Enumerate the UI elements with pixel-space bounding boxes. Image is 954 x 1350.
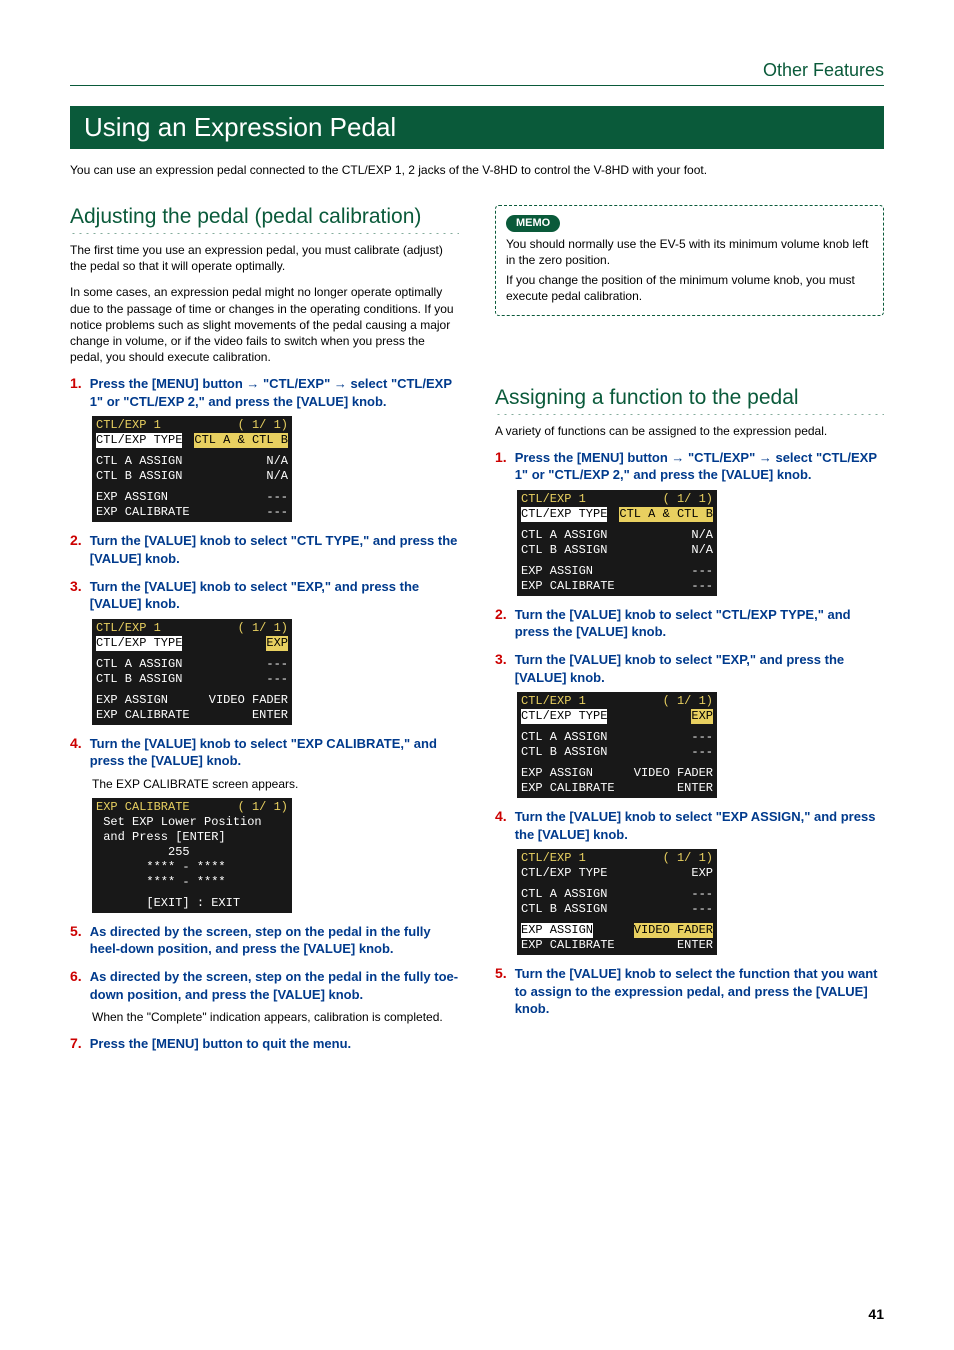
step-number: 5. — [495, 965, 507, 1018]
lcd-screenshot: CTL/EXP 1( 1/ 1) CTL/EXP TYPEEXP CTL A A… — [92, 619, 292, 725]
step-text: As directed by the screen, step on the p… — [90, 923, 459, 958]
step-text: As directed by the screen, step on the p… — [90, 968, 459, 1003]
lcd-screenshot: CTL/EXP 1( 1/ 1) CTL/EXP TYPECTL A & CTL… — [517, 490, 717, 596]
step-text: Press the [MENU] button to quit the menu… — [90, 1035, 351, 1053]
step-text: Press the [MENU] button → "CTL/EXP" → se… — [90, 375, 459, 410]
paragraph: In some cases, an expression pedal might… — [70, 284, 459, 365]
step-number: 3. — [70, 578, 82, 613]
step-number: 5. — [70, 923, 82, 958]
step-text: Turn the [VALUE] knob to select "CTL/EXP… — [515, 606, 884, 641]
step-text: Turn the [VALUE] knob to select "EXP ASS… — [515, 808, 884, 843]
step-text: Turn the [VALUE] knob to select "EXP CAL… — [90, 735, 459, 770]
step-number: 1. — [70, 375, 82, 410]
step-5: 5. As directed by the screen, step on th… — [70, 923, 459, 958]
page-title: Using an Expression Pedal — [70, 106, 884, 149]
step-4: 4. Turn the [VALUE] knob to select "EXP … — [70, 735, 459, 770]
paragraph: The first time you use an expression ped… — [70, 242, 459, 274]
step-text: Turn the [VALUE] knob to select the func… — [515, 965, 884, 1018]
step-2: 2. Turn the [VALUE] knob to select "CTL … — [70, 532, 459, 567]
step-text: Turn the [VALUE] knob to select "EXP," a… — [90, 578, 459, 613]
divider — [70, 231, 459, 234]
lcd-screenshot: CTL/EXP 1( 1/ 1) CTL/EXP TYPECTL A & CTL… — [92, 416, 292, 522]
page-number: 41 — [868, 1306, 884, 1322]
step-number: 2. — [70, 532, 82, 567]
step-text: Press the [MENU] button → "CTL/EXP" → se… — [515, 449, 884, 484]
step-1: 1. Press the [MENU] button → "CTL/EXP" →… — [495, 449, 884, 484]
step-2: 2. Turn the [VALUE] knob to select "CTL/… — [495, 606, 884, 641]
right-column: MEMO You should normally use the EV-5 wi… — [495, 205, 884, 1059]
step-number: 2. — [495, 606, 507, 641]
step-number: 6. — [70, 968, 82, 1003]
step-text: Turn the [VALUE] knob to select "EXP," a… — [515, 651, 884, 686]
lcd-screenshot: EXP CALIBRATE( 1/ 1) Set EXP Lower Posit… — [92, 798, 292, 913]
left-column: Adjusting the pedal (pedal calibration) … — [70, 205, 459, 1059]
step-number: 4. — [70, 735, 82, 770]
step-3: 3. Turn the [VALUE] knob to select "EXP,… — [70, 578, 459, 613]
lcd-screenshot: CTL/EXP 1( 1/ 1) CTL/EXP TYPEEXP CTL A A… — [517, 849, 717, 955]
step-5: 5. Turn the [VALUE] knob to select the f… — [495, 965, 884, 1018]
step-number: 7. — [70, 1035, 82, 1053]
intro-text: You can use an expression pedal connecte… — [70, 163, 884, 177]
memo-box: MEMO You should normally use the EV-5 wi… — [495, 205, 884, 316]
divider — [495, 412, 884, 415]
step-3: 3. Turn the [VALUE] knob to select "EXP,… — [495, 651, 884, 686]
step-4: 4. Turn the [VALUE] knob to select "EXP … — [495, 808, 884, 843]
step-number: 3. — [495, 651, 507, 686]
category-header: Other Features — [70, 60, 884, 86]
step-note: The EXP CALIBRATE screen appears. — [92, 776, 459, 792]
step-6: 6. As directed by the screen, step on th… — [70, 968, 459, 1003]
step-number: 1. — [495, 449, 507, 484]
paragraph: A variety of functions can be assigned t… — [495, 423, 884, 439]
memo-text: If you change the position of the minimu… — [506, 272, 873, 304]
step-7: 7. Press the [MENU] button to quit the m… — [70, 1035, 459, 1053]
memo-badge: MEMO — [506, 215, 560, 232]
section-heading-assign: Assigning a function to the pedal — [495, 386, 884, 410]
step-1: 1. Press the [MENU] button → "CTL/EXP" →… — [70, 375, 459, 410]
step-text: Turn the [VALUE] knob to select "CTL TYP… — [90, 532, 459, 567]
step-number: 4. — [495, 808, 507, 843]
step-note: When the "Complete" indication appears, … — [92, 1009, 459, 1025]
section-heading-calibration: Adjusting the pedal (pedal calibration) — [70, 205, 459, 229]
memo-text: You should normally use the EV-5 with it… — [506, 236, 873, 268]
lcd-screenshot: CTL/EXP 1( 1/ 1) CTL/EXP TYPEEXP CTL A A… — [517, 692, 717, 798]
